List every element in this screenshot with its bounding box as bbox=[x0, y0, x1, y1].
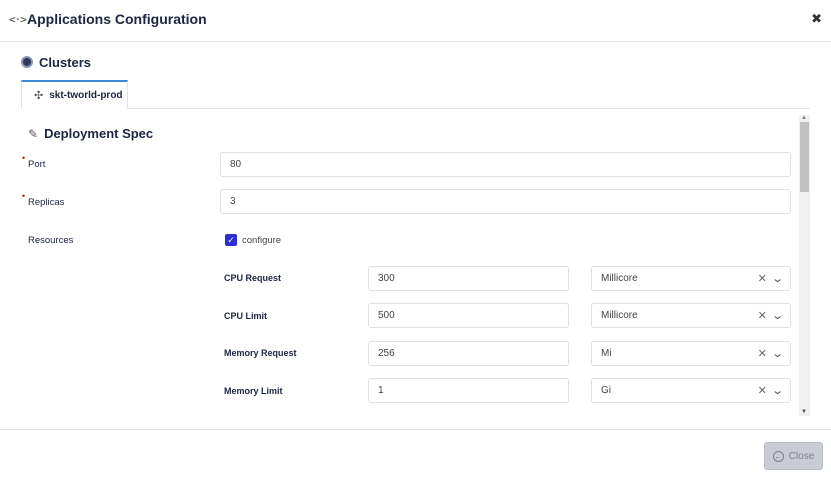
memory-request-unit-select[interactable]: Mi ✕ ⌄ bbox=[591, 341, 791, 366]
cpu-request-unit-select[interactable]: Millicore ✕ ⌄ bbox=[591, 266, 791, 291]
memory-request-input[interactable]: 256 bbox=[368, 341, 569, 366]
cpu-limit-input[interactable]: 500 bbox=[368, 303, 569, 328]
tab-label: skt-tworld-prod bbox=[49, 90, 123, 101]
select-value: Millicore bbox=[601, 273, 638, 284]
chevron-down-icon[interactable]: ⌄ bbox=[771, 384, 784, 397]
replicas-label: Replicas bbox=[28, 197, 65, 208]
tab-skt-tworld-prod[interactable]: ✣ skt-tworld-prod bbox=[21, 80, 128, 109]
scroll-up-icon[interactable]: ▲ bbox=[801, 115, 807, 121]
configure-checkbox[interactable]: ✓ bbox=[225, 234, 237, 246]
memory-limit-input[interactable]: 1 bbox=[368, 378, 569, 403]
memory-limit-unit-select[interactable]: Gi ✕ ⌄ bbox=[591, 378, 791, 403]
deployment-spec-panel: ✎ Deployment Spec • Port 80 • Replicas 3… bbox=[22, 109, 810, 416]
configure-label: configure bbox=[242, 235, 282, 246]
clusters-heading: Clusters bbox=[21, 54, 91, 70]
select-value: Gi bbox=[601, 385, 611, 396]
cluster-icon: ✣ bbox=[34, 90, 44, 102]
cpu-request-label: CPU Request bbox=[224, 273, 282, 283]
scrollbar[interactable]: ▲ ▼ bbox=[799, 115, 810, 416]
dialog-title: Applications Configuration bbox=[27, 11, 207, 27]
chevron-down-icon[interactable]: ⌄ bbox=[771, 309, 784, 322]
select-value: Millicore bbox=[601, 310, 638, 321]
cpu-limit-label: CPU Limit bbox=[224, 311, 268, 321]
close-button-label: Close bbox=[788, 450, 815, 462]
replicas-input[interactable]: 3 bbox=[220, 189, 791, 214]
kubernetes-icon bbox=[21, 56, 33, 68]
clusters-title: Clusters bbox=[39, 54, 92, 70]
deployment-spec-heading: ✎ Deployment Spec bbox=[28, 126, 153, 141]
cpu-limit-unit-select[interactable]: Millicore ✕ ⌄ bbox=[591, 303, 791, 328]
clear-icon[interactable]: ✕ bbox=[758, 309, 767, 322]
scrollbar-thumb[interactable] bbox=[800, 122, 809, 192]
clear-icon[interactable]: ✕ bbox=[758, 347, 767, 360]
chevron-down-icon[interactable]: ⌄ bbox=[771, 272, 784, 285]
select-value: Mi bbox=[601, 348, 612, 359]
clear-icon[interactable]: ✕ bbox=[758, 272, 767, 285]
memory-request-label: Memory Request bbox=[224, 348, 297, 358]
deployment-spec-title: Deployment Spec bbox=[44, 126, 154, 141]
clear-icon[interactable]: ✕ bbox=[758, 384, 767, 397]
dialog-footer: ← Close bbox=[0, 429, 831, 479]
required-marker: • bbox=[22, 191, 26, 201]
dialog-header: <·> Applications Configuration ✖ bbox=[0, 0, 831, 42]
port-input[interactable]: 80 bbox=[220, 152, 791, 177]
pencil-icon: ✎ bbox=[28, 126, 39, 141]
close-button[interactable]: ← Close bbox=[764, 442, 823, 470]
close-icon[interactable]: ✖ bbox=[811, 11, 822, 27]
port-label: Port bbox=[28, 159, 46, 170]
arrow-left-circle-icon: ← bbox=[772, 450, 784, 462]
chevron-down-icon[interactable]: ⌄ bbox=[771, 347, 784, 360]
memory-limit-label: Memory Limit bbox=[224, 386, 283, 396]
resources-label: Resources bbox=[28, 235, 74, 246]
scroll-down-icon[interactable]: ▼ bbox=[801, 409, 807, 415]
code-brackets-icon: <·> bbox=[9, 13, 27, 26]
cpu-request-input[interactable]: 300 bbox=[368, 266, 569, 291]
required-marker: • bbox=[22, 153, 26, 163]
